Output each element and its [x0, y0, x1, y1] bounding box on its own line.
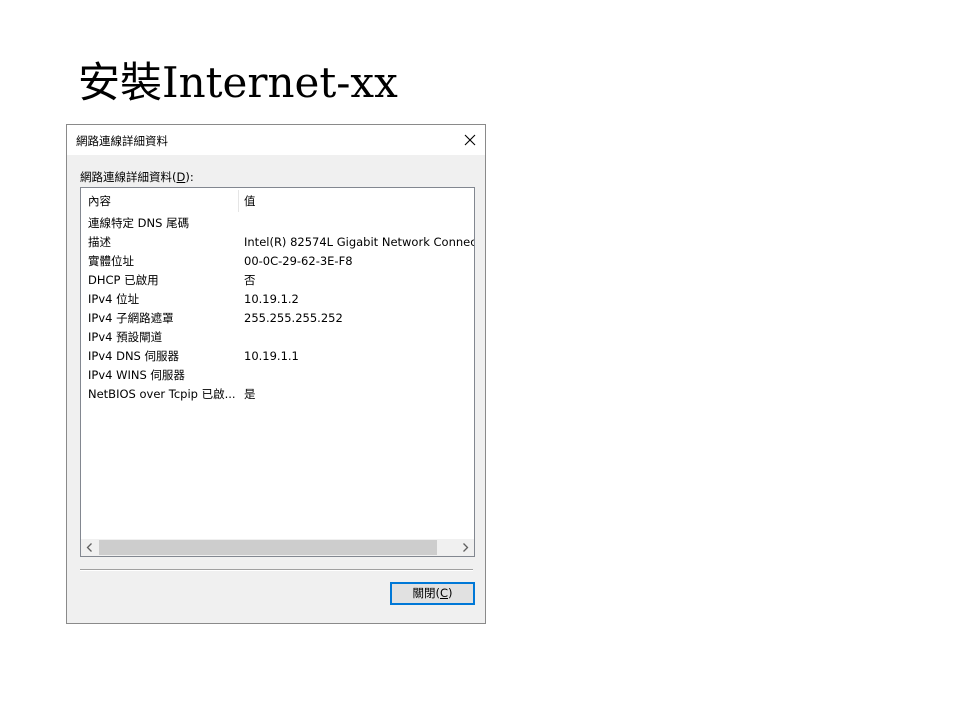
- value-cell: 10.19.1.2: [244, 292, 299, 306]
- property-cell: IPv4 DNS 伺服器: [88, 349, 180, 363]
- value-cell: 00-0C-29-62-3E-F8: [244, 254, 353, 268]
- dialog-titlebar: 網路連線詳細資料: [67, 125, 485, 155]
- property-cell: NetBIOS over Tcpip 已啟...: [88, 387, 236, 401]
- property-cell: 實體位址: [88, 254, 134, 268]
- horizontal-scrollbar[interactable]: [81, 539, 474, 556]
- property-cell: IPv4 預設閘道: [88, 330, 163, 344]
- value-cell: Intel(R) 82574L Gigabit Network Connecti…: [244, 235, 475, 249]
- list-item[interactable]: IPv4 子網路遮罩 255.255.255.252: [81, 309, 474, 328]
- details-label-text: 網路連線詳細資料(: [80, 170, 177, 184]
- value-cell: 10.19.1.1: [244, 349, 299, 363]
- list-item[interactable]: IPv4 預設閘道: [81, 328, 474, 347]
- column-header-property[interactable]: 內容: [88, 188, 236, 212]
- window-close-button[interactable]: [455, 125, 485, 155]
- property-cell: DHCP 已啟用: [88, 273, 159, 287]
- column-header-value[interactable]: 值: [244, 188, 474, 212]
- property-cell: 描述: [88, 235, 111, 249]
- scroll-left-button[interactable]: [81, 539, 98, 556]
- list-item[interactable]: DHCP 已啟用 否: [81, 271, 474, 290]
- value-cell: 是: [244, 387, 256, 401]
- details-label: 網路連線詳細資料(D):: [80, 169, 194, 185]
- scrollbar-thumb[interactable]: [99, 540, 437, 555]
- listview-header: 內容 值: [81, 188, 474, 212]
- list-item[interactable]: 描述 Intel(R) 82574L Gigabit Network Connec…: [81, 233, 474, 252]
- close-button-hotkey: C: [439, 586, 449, 600]
- listview-rows: 連線特定 DNS 尾碼 描述 Intel(R) 82574L Gigabit Net…: [81, 214, 474, 404]
- chevron-left-icon: [86, 543, 92, 552]
- value-cell: 否: [244, 273, 256, 287]
- network-connection-details-dialog: 網路連線詳細資料 網路連線詳細資料(D): 內容 值 連線特定 DNS 尾碼 描述…: [66, 124, 486, 624]
- list-item[interactable]: IPv4 DNS 伺服器 10.19.1.1: [81, 347, 474, 366]
- list-item[interactable]: 實體位址 00-0C-29-62-3E-F8: [81, 252, 474, 271]
- dialog-separator: [80, 569, 473, 571]
- close-button-suffix: ): [448, 586, 453, 600]
- chevron-right-icon: [463, 543, 469, 552]
- property-cell: IPv4 位址: [88, 292, 140, 306]
- list-item[interactable]: 連線特定 DNS 尾碼: [81, 214, 474, 233]
- slide-title: 安裝Internet-xx: [78, 58, 398, 107]
- property-cell: IPv4 子網路遮罩: [88, 311, 174, 325]
- property-cell: 連線特定 DNS 尾碼: [88, 216, 190, 230]
- details-label-suffix: ):: [185, 170, 194, 184]
- close-button-label: 關閉(: [412, 586, 440, 600]
- list-item[interactable]: IPv4 WINS 伺服器: [81, 366, 474, 385]
- close-button[interactable]: 關閉(C): [390, 582, 475, 605]
- property-cell: IPv4 WINS 伺服器: [88, 368, 185, 382]
- close-icon: [464, 134, 476, 146]
- scroll-right-button[interactable]: [457, 539, 474, 556]
- dialog-title: 網路連線詳細資料: [76, 134, 168, 148]
- details-listview[interactable]: 內容 值 連線特定 DNS 尾碼 描述 Intel(R) 82574L Gigabi…: [80, 187, 475, 557]
- column-divider[interactable]: [238, 190, 239, 212]
- list-item[interactable]: IPv4 位址 10.19.1.2: [81, 290, 474, 309]
- list-item[interactable]: NetBIOS over Tcpip 已啟... 是: [81, 385, 474, 404]
- value-cell: 255.255.255.252: [244, 311, 343, 325]
